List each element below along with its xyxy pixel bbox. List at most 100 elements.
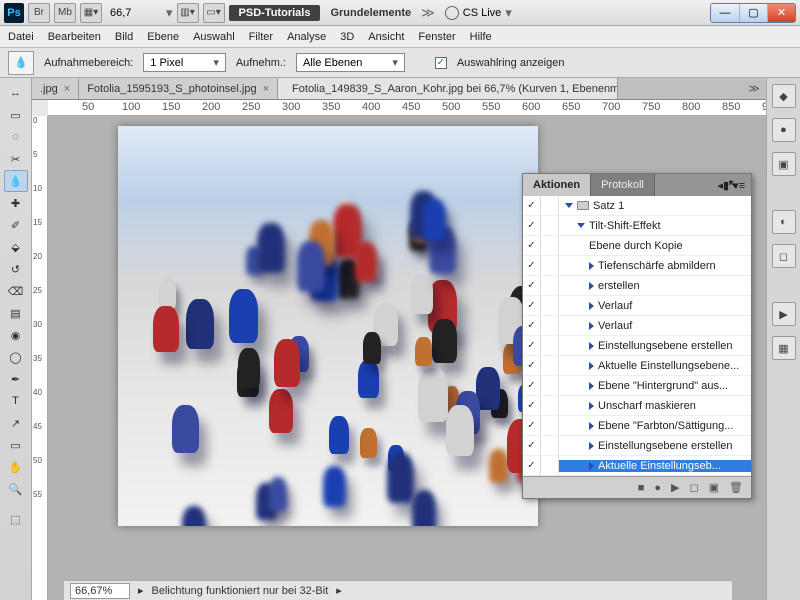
toggle-col[interactable]: ✓ xyxy=(523,396,541,415)
twist-icon[interactable] xyxy=(577,223,585,228)
screen-mode-button[interactable]: ▭▾ xyxy=(203,3,225,23)
dialog-col[interactable] xyxy=(541,336,559,355)
action-row[interactable]: ✓ Ebene durch Kopie xyxy=(523,236,751,256)
new-action-icon[interactable]: ▣ xyxy=(709,481,719,494)
twist-icon[interactable] xyxy=(589,442,594,450)
menu-bearbeiten[interactable]: Bearbeiten xyxy=(48,31,101,43)
toggle-col[interactable]: ✓ xyxy=(523,356,541,375)
menu-datei[interactable]: Datei xyxy=(8,31,34,43)
action-row[interactable]: ✓ Unscharf maskieren xyxy=(523,396,751,416)
tab-history[interactable]: Protokoll xyxy=(591,174,655,196)
workspace-tag[interactable]: PSD-Tutorials xyxy=(229,5,321,21)
color-swap[interactable]: ⬚ xyxy=(4,508,28,530)
chevron-right-icon[interactable]: ≫ xyxy=(421,5,435,21)
minibridge-button[interactable]: Mb xyxy=(54,3,76,23)
twist-icon[interactable] xyxy=(589,362,594,370)
dialog-col[interactable] xyxy=(541,396,559,415)
doc-tab-1[interactable]: .jpg× xyxy=(32,78,79,99)
menu-auswahl[interactable]: Auswahl xyxy=(193,31,235,43)
action-row[interactable]: ✓ Aktuelle Einstellungseb... xyxy=(523,456,751,476)
menu-bild[interactable]: Bild xyxy=(115,31,133,43)
document-canvas[interactable] xyxy=(118,126,538,526)
action-row[interactable]: ✓ erstellen xyxy=(523,276,751,296)
zoom-tool[interactable]: 🔍 xyxy=(4,478,28,500)
eyedropper-tool[interactable]: 💧 xyxy=(4,170,28,192)
twist-icon[interactable] xyxy=(589,282,594,290)
toggle-col[interactable]: ✓ xyxy=(523,296,541,315)
action-row[interactable]: ✓ Ebene "Hintergrund" aus... xyxy=(523,376,751,396)
play-icon[interactable]: ▶ xyxy=(671,481,679,494)
menu-analyse[interactable]: Analyse xyxy=(287,31,326,43)
action-row[interactable]: ✓ Aktuelle Einstellungsebene... xyxy=(523,356,751,376)
status-zoom[interactable]: 66,67% xyxy=(70,583,130,599)
path-tool[interactable]: ↗ xyxy=(4,412,28,434)
twist-icon[interactable] xyxy=(589,462,594,470)
record-icon[interactable]: ● xyxy=(654,482,661,494)
toggle-col[interactable]: ✓ xyxy=(523,316,541,335)
cs-live[interactable]: CS Live▾ xyxy=(445,5,512,21)
close-button[interactable]: ✕ xyxy=(767,4,795,22)
dialog-col[interactable] xyxy=(541,256,559,275)
stamp-tool[interactable]: ⬙ xyxy=(4,236,28,258)
menu-ansicht[interactable]: Ansicht xyxy=(368,31,404,43)
gradient-tool[interactable]: ▤ xyxy=(4,302,28,324)
twist-icon[interactable] xyxy=(589,302,594,310)
sample-layers-select[interactable]: Alle Ebenen xyxy=(296,53,405,72)
menu-filter[interactable]: Filter xyxy=(249,31,273,43)
toggle-col[interactable]: ✓ xyxy=(523,336,541,355)
swatches-panel-icon[interactable]: ● xyxy=(772,118,796,142)
action-row[interactable]: ✓ Tilt-Shift-Effekt xyxy=(523,216,751,236)
toggle-col[interactable]: ✓ xyxy=(523,216,541,235)
twist-icon[interactable] xyxy=(589,402,594,410)
layers-panel-icon[interactable]: ▦ xyxy=(772,336,796,360)
move-tool[interactable]: ↔ xyxy=(4,82,28,104)
toggle-col[interactable]: ✓ xyxy=(523,196,541,215)
stop-icon[interactable]: ■ xyxy=(638,482,645,494)
close-icon[interactable]: × xyxy=(64,83,70,95)
doc-info-icon[interactable]: ▸ xyxy=(138,584,144,597)
dialog-col[interactable] xyxy=(541,236,559,255)
toggle-col[interactable]: ✓ xyxy=(523,456,541,475)
dialog-col[interactable] xyxy=(541,216,559,235)
blur-tool[interactable]: ◉ xyxy=(4,324,28,346)
menu-fenster[interactable]: Fenster xyxy=(418,31,455,43)
workspace-subtag[interactable]: Grundelemente xyxy=(324,5,417,21)
twist-icon[interactable] xyxy=(589,422,594,430)
styles-panel-icon[interactable]: ▣ xyxy=(772,152,796,176)
twist-icon[interactable] xyxy=(589,342,594,350)
heal-tool[interactable]: ✚ xyxy=(4,192,28,214)
twist-icon[interactable] xyxy=(589,262,594,270)
show-ring-checkbox[interactable]: ✓ xyxy=(435,57,447,69)
dialog-col[interactable] xyxy=(541,376,559,395)
shape-tool[interactable]: ▭ xyxy=(4,434,28,456)
new-set-icon[interactable]: ◻ xyxy=(689,481,698,494)
action-row[interactable]: ✓ Tiefenschärfe abmildern xyxy=(523,256,751,276)
doc-tab-3[interactable]: Fotolia_149839_S_Aaron_Kohr.jpg bei 66,7… xyxy=(278,78,618,99)
type-tool[interactable]: T xyxy=(4,390,28,412)
tab-actions[interactable]: Aktionen xyxy=(523,174,591,196)
twist-icon[interactable] xyxy=(589,322,594,330)
menu-3d[interactable]: 3D xyxy=(340,31,354,43)
arrange-button[interactable]: ▥▾ xyxy=(177,3,199,23)
pen-tool[interactable]: ✒ xyxy=(4,368,28,390)
twist-icon[interactable] xyxy=(589,382,594,390)
action-row[interactable]: ✓ Verlauf xyxy=(523,316,751,336)
dialog-col[interactable] xyxy=(541,296,559,315)
dialog-col[interactable] xyxy=(541,436,559,455)
dialog-col[interactable] xyxy=(541,456,559,475)
color-panel-icon[interactable]: ◆ xyxy=(772,84,796,108)
view-extras-button[interactable]: ▦▾ xyxy=(80,3,102,23)
brush-tool[interactable]: ✐ xyxy=(4,214,28,236)
toggle-col[interactable]: ✓ xyxy=(523,236,541,255)
action-row[interactable]: ✓ Ebene "Farbton/Sättigung... xyxy=(523,416,751,436)
minimize-button[interactable]: — xyxy=(711,4,739,22)
action-row[interactable]: ✓ Verlauf xyxy=(523,296,751,316)
adjust-panel-icon[interactable]: ◐ xyxy=(772,210,796,234)
twist-icon[interactable] xyxy=(565,203,573,208)
close-icon[interactable]: × xyxy=(263,83,269,95)
toggle-col[interactable]: ✓ xyxy=(523,436,541,455)
dialog-col[interactable] xyxy=(541,416,559,435)
trash-icon[interactable]: 🗑 xyxy=(729,481,743,494)
lasso-tool[interactable]: ◌ xyxy=(4,126,28,148)
action-row[interactable]: ✓ Satz 1 xyxy=(523,196,751,216)
